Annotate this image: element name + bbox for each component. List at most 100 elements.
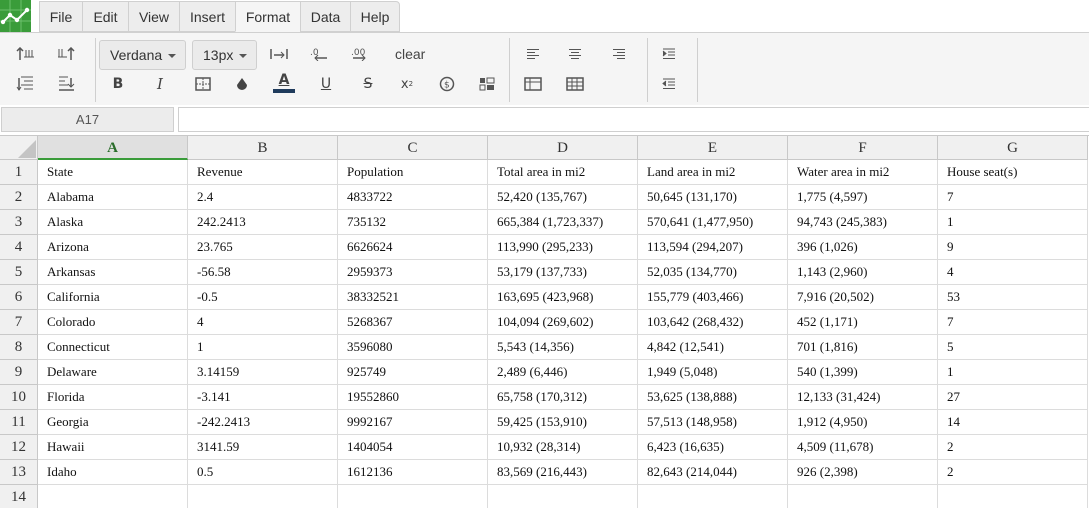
cell-e6[interactable]: 155,779 (403,466) <box>638 285 788 310</box>
menu-help[interactable]: Help <box>350 1 400 32</box>
menu-format[interactable]: Format <box>235 1 300 32</box>
cell-g6[interactable]: 53 <box>938 285 1088 310</box>
cell-d14[interactable] <box>488 485 638 508</box>
cell-d2[interactable]: 52,420 (135,767) <box>488 185 638 210</box>
align-right-icon[interactable] <box>605 42 633 66</box>
valign-top-icon[interactable] <box>53 42 81 66</box>
indent-decrease-icon[interactable] <box>655 72 683 96</box>
cell-e3[interactable]: 570,641 (1,477,950) <box>638 210 788 235</box>
cell-f11[interactable]: 1,912 (4,950) <box>788 410 938 435</box>
column-header-f[interactable]: F <box>788 136 938 160</box>
cell-a9[interactable]: Delaware <box>38 360 188 385</box>
cell-c6[interactable]: 38332521 <box>338 285 488 310</box>
cell-e10[interactable]: 53,625 (138,888) <box>638 385 788 410</box>
cell-g7[interactable]: 7 <box>938 310 1088 335</box>
cell-e14[interactable] <box>638 485 788 508</box>
row-header-9[interactable]: 9 <box>0 360 38 385</box>
cell-c2[interactable]: 4833722 <box>338 185 488 210</box>
align-bottom-icon[interactable] <box>53 72 81 96</box>
cell-f4[interactable]: 396 (1,026) <box>788 235 938 260</box>
row-header-7[interactable]: 7 <box>0 310 38 335</box>
cell-c3[interactable]: 735132 <box>338 210 488 235</box>
menu-data[interactable]: Data <box>300 1 350 32</box>
cell-g2[interactable]: 7 <box>938 185 1088 210</box>
format-icon[interactable] <box>473 72 501 96</box>
menu-insert[interactable]: Insert <box>179 1 235 32</box>
cell-e1[interactable]: Land area in mi2 <box>638 160 788 185</box>
cell-d8[interactable]: 5,543 (14,356) <box>488 335 638 360</box>
text-direction-icon[interactable] <box>265 42 293 66</box>
cell-d10[interactable]: 65,758 (170,312) <box>488 385 638 410</box>
row-header-5[interactable]: 5 <box>0 260 38 285</box>
row-header-13[interactable]: 13 <box>0 460 38 485</box>
currency-icon[interactable]: $ <box>433 72 461 96</box>
cell-f7[interactable]: 452 (1,171) <box>788 310 938 335</box>
cell-d5[interactable]: 53,179 (137,733) <box>488 260 638 285</box>
cell-f6[interactable]: 7,916 (20,502) <box>788 285 938 310</box>
clear-format-button[interactable]: clear <box>395 46 425 62</box>
cell-d1[interactable]: Total area in mi2 <box>488 160 638 185</box>
cell-b1[interactable]: Revenue <box>188 160 338 185</box>
cell-e11[interactable]: 57,513 (148,958) <box>638 410 788 435</box>
row-header-14[interactable]: 14 <box>0 485 38 508</box>
cell-g14[interactable] <box>938 485 1088 508</box>
cell-a10[interactable]: Florida <box>38 385 188 410</box>
table-icon[interactable] <box>519 72 547 96</box>
cell-b14[interactable] <box>188 485 338 508</box>
cell-g11[interactable]: 14 <box>938 410 1088 435</box>
cell-e8[interactable]: 4,842 (12,541) <box>638 335 788 360</box>
cell-d12[interactable]: 10,932 (28,314) <box>488 435 638 460</box>
bold-icon[interactable]: B <box>104 72 132 96</box>
cell-f1[interactable]: Water area in mi2 <box>788 160 938 185</box>
cell-b8[interactable]: 1 <box>188 335 338 360</box>
align-middle-icon[interactable] <box>11 72 39 96</box>
cell-a1[interactable]: State <box>38 160 188 185</box>
cell-a12[interactable]: Hawaii <box>38 435 188 460</box>
cell-a5[interactable]: Arkansas <box>38 260 188 285</box>
row-header-8[interactable]: 8 <box>0 335 38 360</box>
cell-f13[interactable]: 926 (2,398) <box>788 460 938 485</box>
align-left-icon[interactable] <box>519 42 547 66</box>
menu-view[interactable]: View <box>128 1 179 32</box>
indent-top-icon[interactable] <box>11 42 39 66</box>
cell-a3[interactable]: Alaska <box>38 210 188 235</box>
cell-c14[interactable] <box>338 485 488 508</box>
cell-c11[interactable]: 9992167 <box>338 410 488 435</box>
menu-file[interactable]: File <box>39 1 82 32</box>
fill-color-icon[interactable] <box>229 72 257 96</box>
column-header-c[interactable]: C <box>338 136 488 160</box>
cell-g8[interactable]: 5 <box>938 335 1088 360</box>
cell-c10[interactable]: 19552860 <box>338 385 488 410</box>
row-header-1[interactable]: 1 <box>0 160 38 185</box>
cell-c1[interactable]: Population <box>338 160 488 185</box>
cell-b6[interactable]: -0.5 <box>188 285 338 310</box>
decrease-decimal-icon[interactable]: .0 <box>305 42 333 66</box>
cell-c4[interactable]: 6626624 <box>338 235 488 260</box>
cell-e13[interactable]: 82,643 (214,044) <box>638 460 788 485</box>
row-header-2[interactable]: 2 <box>0 185 38 210</box>
row-header-12[interactable]: 12 <box>0 435 38 460</box>
column-header-a[interactable]: A <box>38 136 188 160</box>
cell-a14[interactable] <box>38 485 188 508</box>
cell-b11[interactable]: -242.2413 <box>188 410 338 435</box>
column-header-b[interactable]: B <box>188 136 338 160</box>
cell-a7[interactable]: Colorado <box>38 310 188 335</box>
cell-d6[interactable]: 163,695 (423,968) <box>488 285 638 310</box>
cell-a2[interactable]: Alabama <box>38 185 188 210</box>
row-header-11[interactable]: 11 <box>0 410 38 435</box>
row-header-4[interactable]: 4 <box>0 235 38 260</box>
font-size-select[interactable]: 13px <box>192 40 257 70</box>
cell-d7[interactable]: 104,094 (269,602) <box>488 310 638 335</box>
cell-g9[interactable]: 1 <box>938 360 1088 385</box>
cell-c8[interactable]: 3596080 <box>338 335 488 360</box>
cell-reference-box[interactable]: A17 <box>1 107 174 132</box>
font-family-select[interactable]: Verdana <box>99 40 186 70</box>
cell-e12[interactable]: 6,423 (16,635) <box>638 435 788 460</box>
cell-d4[interactable]: 113,990 (295,233) <box>488 235 638 260</box>
cell-f14[interactable] <box>788 485 938 508</box>
row-header-3[interactable]: 3 <box>0 210 38 235</box>
cell-b9[interactable]: 3.14159 <box>188 360 338 385</box>
cell-e4[interactable]: 113,594 (294,207) <box>638 235 788 260</box>
row-header-6[interactable]: 6 <box>0 285 38 310</box>
cell-b12[interactable]: 3141.59 <box>188 435 338 460</box>
